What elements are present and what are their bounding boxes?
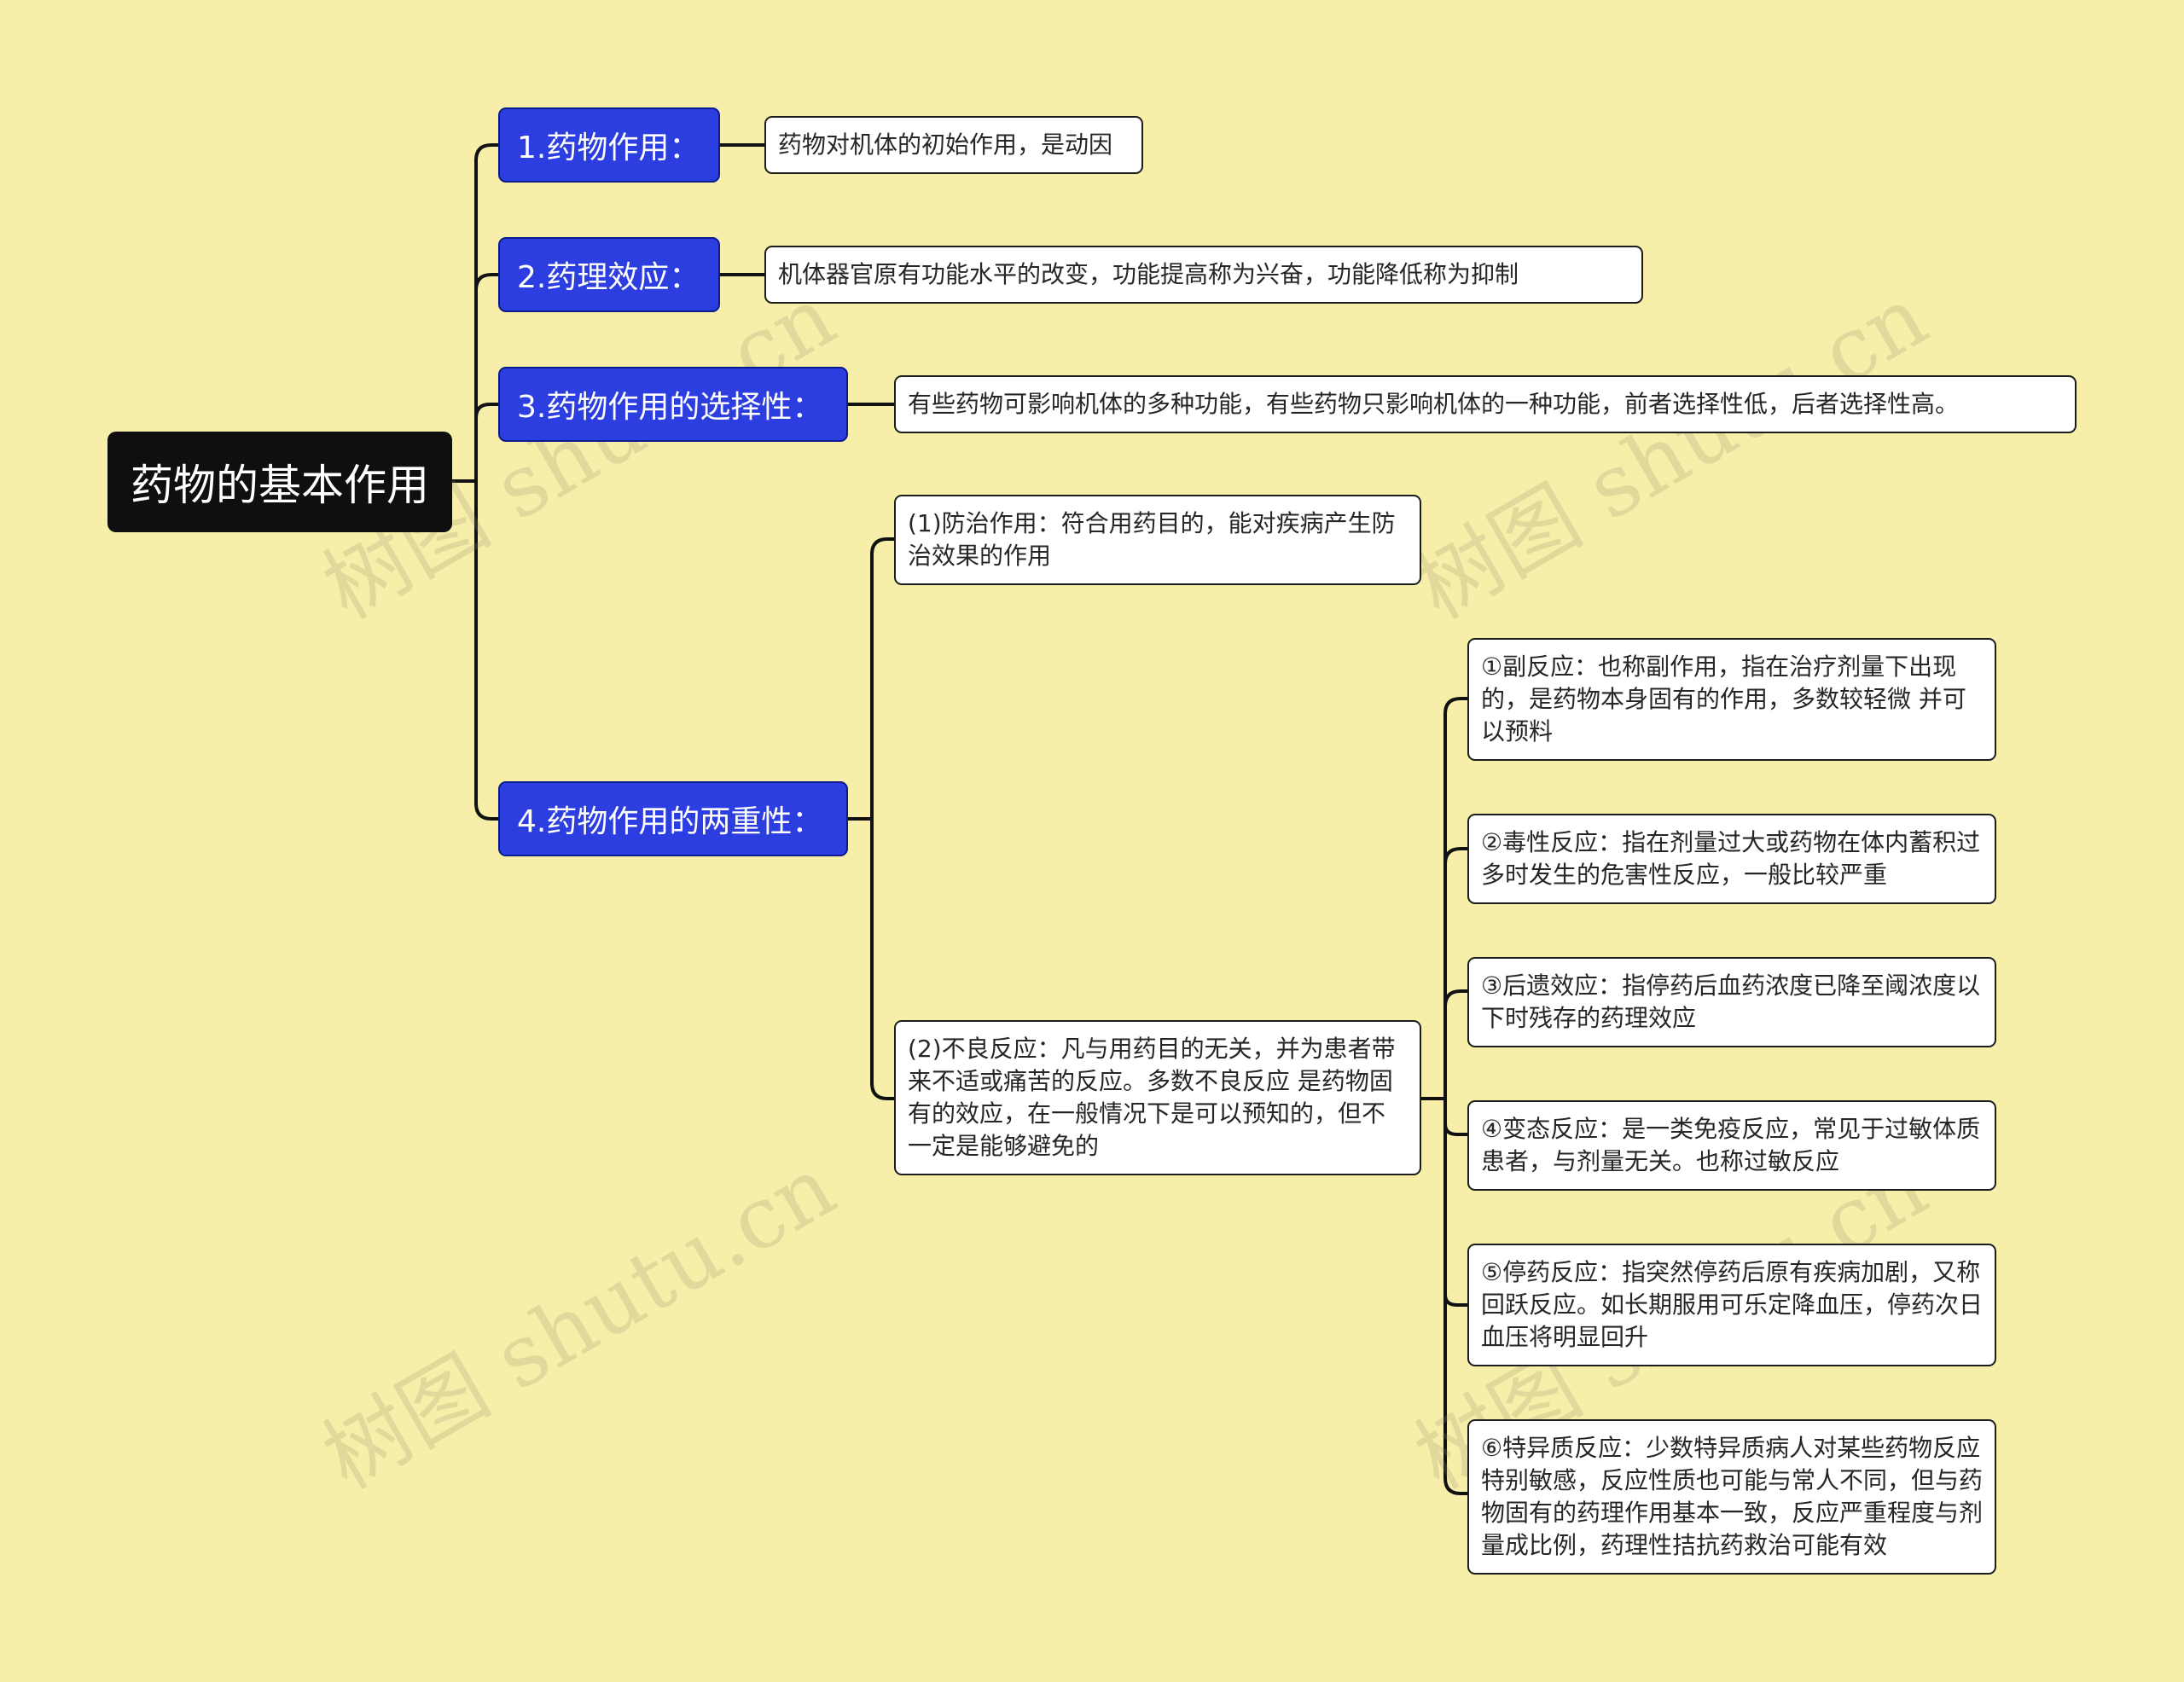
connector-adverse-type4 — [1443, 1097, 1469, 1136]
connector-adverse-type2 — [1443, 847, 1469, 866]
branch-label: 4.药物作用的两重性： — [517, 804, 823, 839]
adverse-type-text: ⑥特异质反应：少数特异质病人对某些药物反应特别敏感，反应性质也可能与常人不同，但… — [1481, 1434, 1984, 1559]
branch-label: 1.药物作用： — [517, 130, 700, 165]
connector-adverse-type6 — [1443, 1097, 1469, 1495]
connector-adverse-type3 — [1443, 989, 1469, 1008]
prevention-node[interactable]: (1)防治作用：符合用药目的，能对疾病产生防治效果的作用 — [894, 495, 1421, 585]
branch-node-selectivity[interactable]: 3.药物作用的选择性： — [498, 367, 848, 442]
connector-root-branch1 — [474, 143, 500, 483]
adverse-type-text: ⑤停药反应：指突然停药后原有疾病加剧，又称回跃反应。如长期服用可乐定降血压，停药… — [1481, 1258, 1984, 1351]
idiosyncratic-reaction-node[interactable]: ⑥特异质反应：少数特异质病人对某些药物反应特别敏感，反应性质也可能与常人不同，但… — [1467, 1419, 1996, 1575]
branch-label: 3.药物作用的选择性： — [517, 390, 823, 425]
connector-branch4-adverse — [870, 817, 896, 1100]
detail-text: 药物对机体的初始作用，是动因 — [778, 130, 1113, 159]
detail-selectivity[interactable]: 有些药物可影响机体的多种功能，有些药物只影响机体的一种功能，前者选择性低，后者选… — [894, 375, 2077, 433]
root-node[interactable]: 药物的基本作用 — [107, 432, 452, 532]
connector-root-branch2 — [474, 273, 500, 292]
adverse-type-text: ②毒性反应：指在剂量过大或药物在体内蓄积过多时发生的危害性反应，一般比较严重 — [1481, 828, 1981, 889]
toxic-reaction-node[interactable]: ②毒性反应：指在剂量过大或药物在体内蓄积过多时发生的危害性反应，一般比较严重 — [1467, 814, 1996, 904]
connector-root-branch3 — [474, 403, 500, 420]
prevention-text: (1)防治作用：符合用药目的，能对疾病产生防治效果的作用 — [908, 509, 1396, 570]
detail-text: 机体器官原有功能水平的改变，功能提高称为兴奋，功能降低称为抑制 — [778, 260, 1519, 288]
allergic-reaction-node[interactable]: ④变态反应：是一类免疫反应，常见于过敏体质患者，与剂量无关。也称过敏反应 — [1467, 1100, 1996, 1191]
adverse-type-text: ③后遗效应：指停药后血药浓度已降至阈浓度以下时残存的药理效应 — [1481, 972, 1981, 1032]
root-label: 药物的基本作用 — [131, 461, 429, 510]
adverse-reaction-text: (2)不良反应：凡与用药目的无关，并为患者带来不适或痛苦的反应。多数不良反应 是… — [908, 1035, 1396, 1160]
branch-node-duality[interactable]: 4.药物作用的两重性： — [498, 781, 848, 856]
adverse-reaction-node[interactable]: (2)不良反应：凡与用药目的无关，并为患者带来不适或痛苦的反应。多数不良反应 是… — [894, 1020, 1421, 1175]
branch-node-pharmacological-effect[interactable]: 2.药理效应： — [498, 237, 720, 312]
detail-pharmacological-effect[interactable]: 机体器官原有功能水平的改变，功能提高称为兴奋，功能降低称为抑制 — [764, 246, 1643, 304]
residual-effect-node[interactable]: ③后遗效应：指停药后血药浓度已降至阈浓度以下时残存的药理效应 — [1467, 957, 1996, 1047]
connector-branch4-prevention — [870, 537, 896, 821]
branch-node-drug-action[interactable]: 1.药物作用： — [498, 107, 720, 183]
connector-root-branch4 — [474, 479, 500, 821]
adverse-type-text: ①副反应：也称副作用，指在治疗剂量下出现的，是药物本身固有的作用，多数较轻微 并… — [1481, 652, 1966, 745]
withdrawal-reaction-node[interactable]: ⑤停药反应：指突然停药后原有疾病加剧，又称回跃反应。如长期服用可乐定降血压，停药… — [1467, 1244, 1996, 1366]
adverse-type-text: ④变态反应：是一类免疫反应，常见于过敏体质患者，与剂量无关。也称过敏反应 — [1481, 1115, 1981, 1175]
connector-adverse-type1 — [1443, 697, 1469, 1100]
detail-text: 有些药物可影响机体的多种功能，有些药物只影响机体的一种功能，前者选择性低，后者选… — [908, 390, 1960, 418]
side-effect-node[interactable]: ①副反应：也称副作用，指在治疗剂量下出现的，是药物本身固有的作用，多数较轻微 并… — [1467, 638, 1996, 761]
detail-drug-action[interactable]: 药物对机体的初始作用，是动因 — [764, 116, 1143, 174]
branch-label: 2.药理效应： — [517, 260, 700, 295]
connector-adverse-type5 — [1443, 1097, 1469, 1307]
